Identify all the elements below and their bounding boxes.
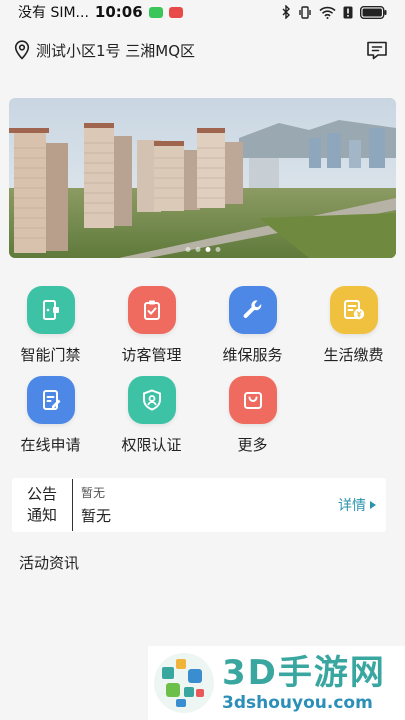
announcement-subtitle: 暂无 [81, 486, 106, 500]
residential-towers-photo [9, 98, 396, 258]
location-header: 测试小区1号 三湘MQ区 [0, 34, 405, 66]
service-permission-auth[interactable]: 权限认证 [101, 376, 202, 466]
banner-pagination [185, 247, 220, 252]
site-logo-icon [154, 653, 214, 713]
service-life-payment[interactable]: 生活缴费 [303, 286, 404, 376]
activity-news-heading: 活动资讯 [19, 554, 80, 572]
message-button[interactable] [363, 36, 391, 64]
bluetooth-icon [282, 5, 290, 19]
announcement-content: 暂无 暂无 [73, 484, 338, 526]
wifi-icon [319, 6, 336, 19]
service-label: 生活缴费 [323, 346, 384, 364]
announcement-title: 公告 通知 [26, 485, 57, 524]
service-maintenance[interactable]: 维保服务 [202, 286, 303, 376]
announcement-text: 暂无 [81, 507, 112, 525]
banner-dot[interactable] [215, 247, 220, 252]
door-access-icon [26, 286, 75, 334]
service-label: 智能门禁 [20, 346, 81, 364]
bag-icon [228, 376, 277, 424]
service-grid: 智能门禁 访客管理 维保服务 生活缴费 在线申请 权限认证 更多 [0, 286, 405, 466]
service-label: 更多 [237, 436, 268, 454]
service-label: 维保服务 [222, 346, 283, 364]
visitor-badge-icon [127, 286, 176, 334]
message-icon [367, 41, 387, 60]
edit-document-icon [26, 376, 75, 424]
service-smart-access[interactable]: 智能门禁 [0, 286, 101, 376]
carrier-text: 没有 SIM... [18, 5, 89, 21]
service-online-application[interactable]: 在线申请 [0, 376, 101, 466]
banner-carousel[interactable] [9, 98, 396, 258]
status-bar: 没有 SIM... 10:06 [0, 0, 405, 24]
battery-icon [360, 5, 387, 19]
watermark-title: 3D手游网 [222, 653, 386, 693]
clock-text: 10:06 [94, 3, 143, 21]
service-label: 权限认证 [121, 436, 182, 454]
service-visitor-management[interactable]: 访客管理 [101, 286, 202, 376]
location-pin-icon [14, 40, 30, 60]
app-notification-icon-2 [168, 6, 183, 18]
banner-dot-active[interactable] [205, 247, 210, 252]
community-location[interactable]: 测试小区1号 三湘MQ区 [36, 40, 198, 61]
wrench-icon [228, 286, 277, 334]
details-label: 详情 [338, 498, 366, 514]
site-watermark: 3D手游网 3dshouyou.com [148, 646, 405, 720]
alert-icon [343, 6, 353, 18]
watermark-url: 3dshouyou.com [222, 693, 373, 713]
banner-dot[interactable] [185, 247, 190, 252]
yuan-payment-icon [329, 286, 378, 334]
caret-right-icon [370, 501, 376, 509]
service-label: 在线申请 [20, 436, 81, 454]
announcement-details-link[interactable]: 详情 [338, 495, 376, 515]
service-more[interactable]: 更多 [202, 376, 303, 466]
announcement-bar[interactable]: 公告 通知 暂无 暂无 详情 [12, 478, 386, 532]
service-label: 访客管理 [121, 346, 182, 364]
shield-user-icon [127, 376, 176, 424]
app-notification-icon [148, 6, 163, 18]
vibrate-icon [299, 5, 311, 19]
banner-dot[interactable] [195, 247, 200, 252]
